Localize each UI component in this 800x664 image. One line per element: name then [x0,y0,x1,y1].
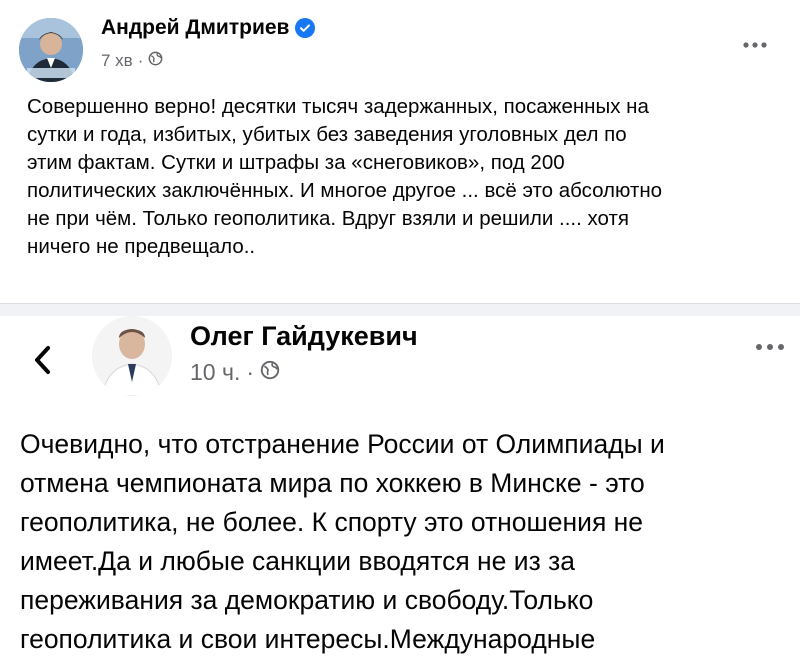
shared-author-name[interactable]: Олег Гайдукевич [190,321,418,352]
shared-post-text-line: переживания за демократию и свободу.Толь… [20,585,594,615]
post-text-line: политических заключённых. И многое друго… [27,179,663,202]
post-text-line: ничего не предвещало.. [27,235,256,258]
more-options-button[interactable] [740,30,770,60]
shared-post-text-line: геополитика, не более. К спорту это отно… [20,507,644,537]
shared-post-text-line: геополитика и свои интересы.Международны… [20,624,596,654]
post-divider [0,303,800,316]
shared-post-text-line: Очевидно, что отстранение России от Олим… [20,429,665,459]
shared-more-options-button[interactable] [752,332,788,362]
back-button[interactable] [28,340,58,380]
shared-post-text-line: имеет.Да и любые санкции вводятся не из … [20,546,575,576]
shared-post-meta: 10 ч. · [190,359,280,386]
shared-post-time[interactable]: 10 ч. [190,359,240,386]
avatar-photo [92,316,172,396]
post-shared: Олег Гайдукевич 10 ч. · Очевидно, что от… [0,316,800,664]
post-meta: 7 хв · [101,51,163,71]
public-globe-icon [148,51,163,71]
post-time[interactable]: 7 хв [101,51,133,71]
post-top: Андрей Дмитриев 7 хв · Совершенно верно!… [0,0,800,303]
shared-author-avatar[interactable] [92,316,172,396]
verified-badge-icon [295,18,316,38]
post-text-line: Совершенно верно! десятки тысяч задержан… [27,95,649,118]
public-globe-icon [260,359,280,386]
shared-post-text-line: отмена чемпионата мира по хоккею в Минск… [20,468,645,498]
post-text-line: не при чём. Только геополитика. Вдруг вз… [27,207,629,230]
post-text: Совершенно верно! десятки тысяч задержан… [27,93,787,261]
avatar-photo [19,18,83,82]
more-options-icon [743,42,767,48]
author-avatar[interactable] [19,18,83,82]
more-options-icon [756,344,784,350]
post-text-line: этим фактам. Сутки и штрафы за «снеговик… [27,151,565,174]
author-name[interactable]: Андрей Дмитриев [101,16,289,40]
post-text-line: сутки и года, избитых, убитых без заведе… [27,123,627,146]
meta-separator: · [246,359,255,385]
meta-separator: · [137,51,144,70]
chevron-left-icon [35,346,50,374]
author-name-row: Андрей Дмитриев [101,16,316,40]
shared-post-text: Очевидно, что отстранение России от Олим… [20,425,790,659]
